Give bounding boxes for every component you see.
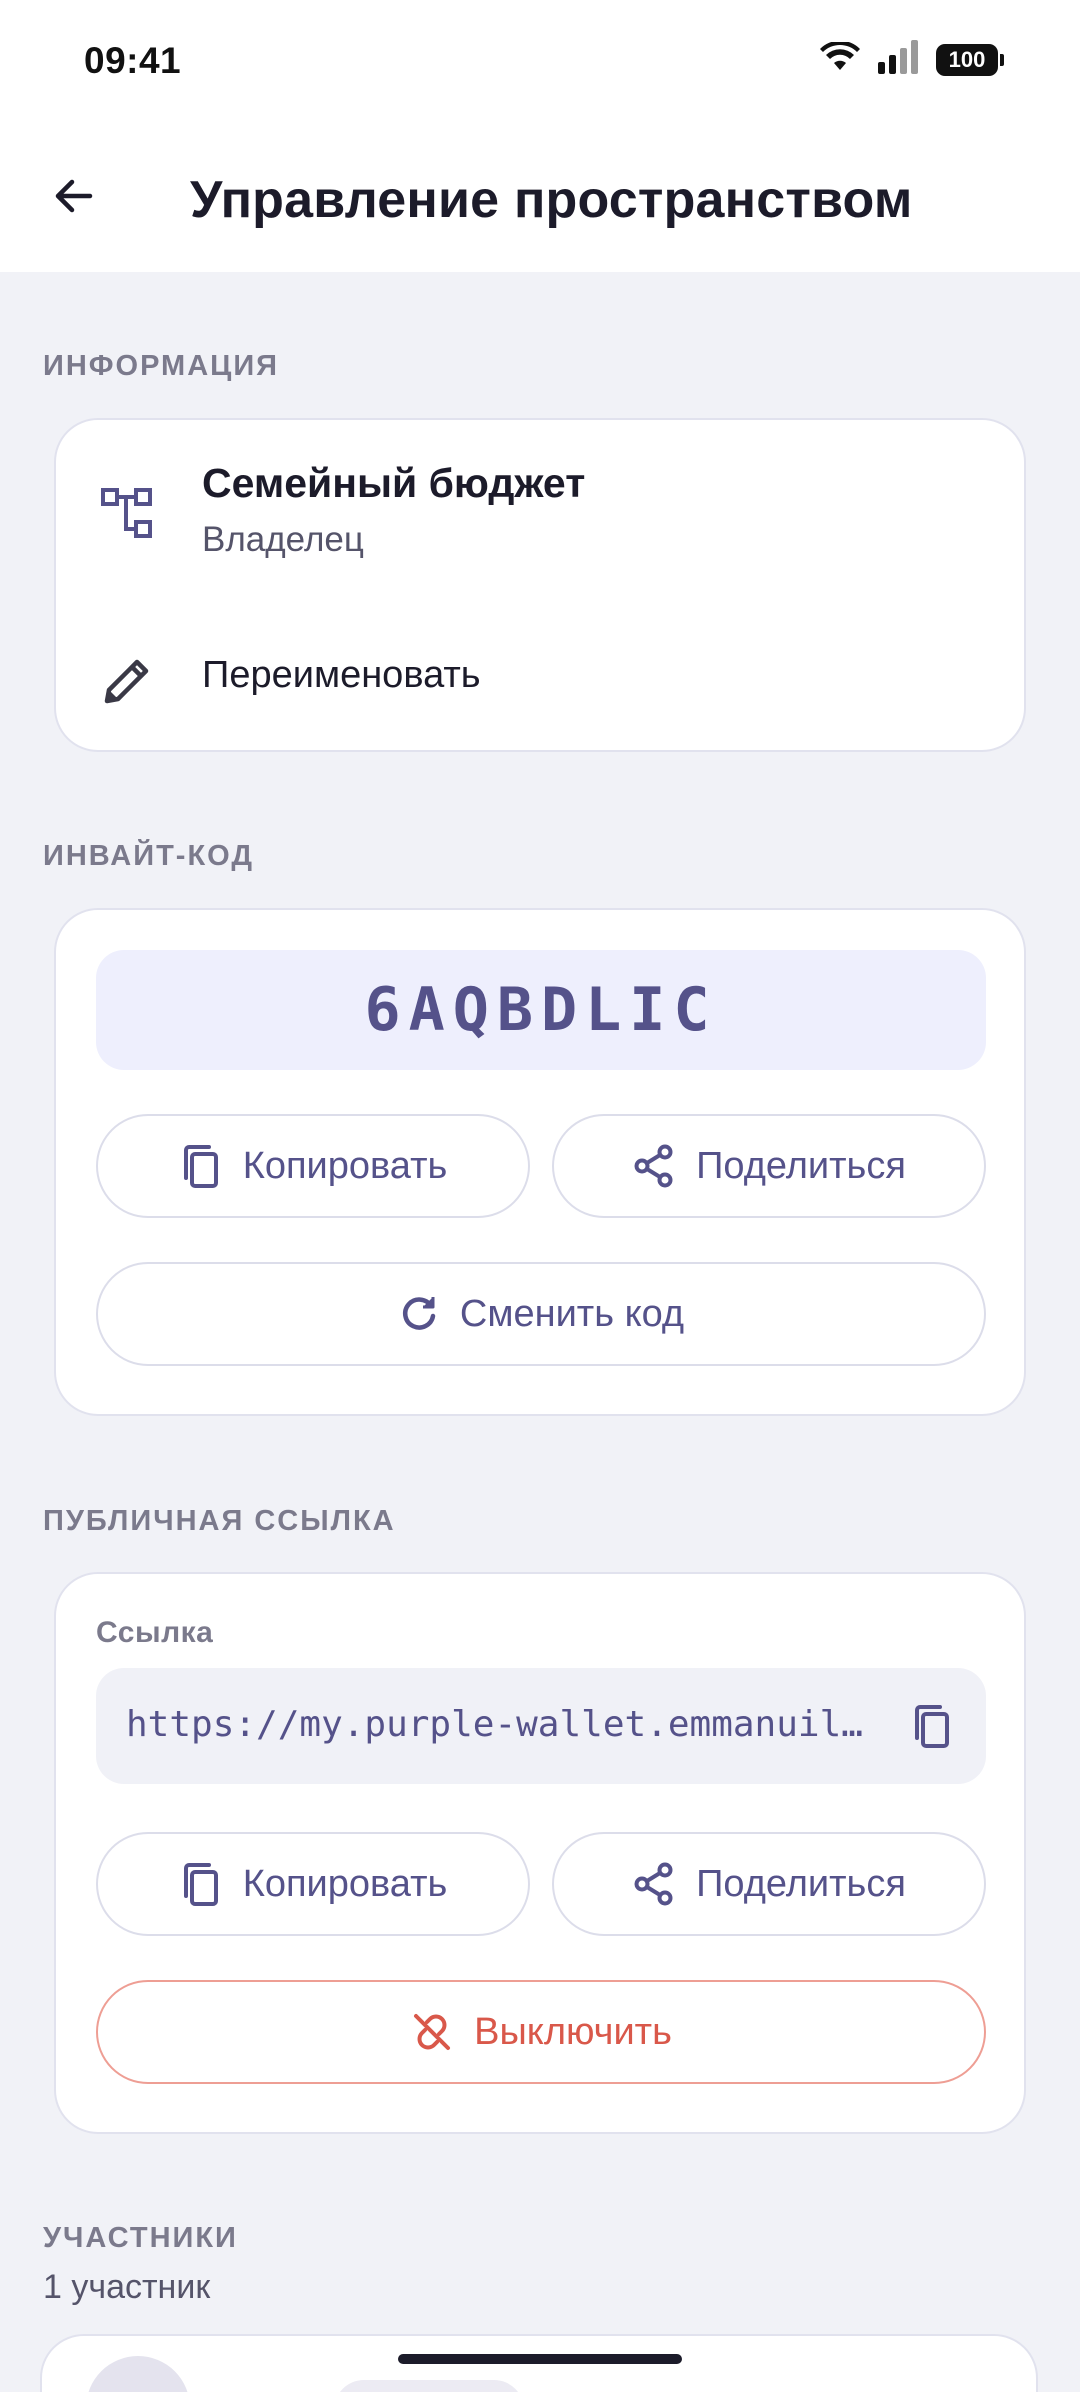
status-time: 09:41: [84, 40, 182, 81]
link-copy-label: Копировать: [242, 1862, 448, 1905]
regenerate-code-button[interactable]: Сменить код: [96, 1262, 986, 1366]
invite-share-button[interactable]: Поделиться: [552, 1114, 986, 1218]
home-indicator: [398, 2354, 682, 2364]
info-card: Семейный бюджет Владелец Переименовать: [54, 418, 1026, 752]
avatar: [86, 2356, 190, 2392]
member-badge: [334, 2380, 524, 2392]
regenerate-code-label: Сменить код: [459, 1292, 685, 1335]
page-title: Управление пространством: [190, 171, 913, 229]
pencil-icon: [96, 648, 160, 712]
signal-icon: [878, 40, 918, 79]
invite-code: 6AQBDLIC: [96, 950, 986, 1070]
space-name: Семейный бюджет: [202, 460, 586, 506]
public-link-url: https://my.purple-wallet.emmanuil…: [126, 1704, 863, 1745]
section-label-members: УЧАСТНИКИ: [43, 2222, 238, 2254]
link-field-label: Ссылка: [96, 1616, 214, 1649]
public-link-field[interactable]: https://my.purple-wallet.emmanuil…: [96, 1668, 986, 1784]
link-share-label: Поделиться: [696, 1862, 906, 1905]
hierarchy-icon: [96, 482, 160, 546]
arrow-left-icon: [55, 179, 93, 213]
refresh-icon: [402, 1297, 436, 1330]
rename-label: Переименовать: [202, 654, 481, 696]
disable-link-button[interactable]: Выключить: [96, 1980, 986, 2084]
battery-icon: 100: [936, 43, 1004, 76]
members-count: 1 участник: [43, 2268, 211, 2306]
space-role: Владелец: [202, 520, 364, 559]
wifi-icon: [820, 40, 860, 77]
disable-link-label: Выключить: [474, 2010, 672, 2053]
status-icons: 100: [820, 40, 1004, 79]
invite-copy-button[interactable]: Копировать: [96, 1114, 530, 1218]
share-icon: [634, 1144, 673, 1188]
share-icon: [634, 1862, 673, 1906]
copy-icon: [183, 1145, 218, 1188]
link-share-button[interactable]: Поделиться: [552, 1832, 986, 1936]
link-copy-button[interactable]: Копировать: [96, 1832, 530, 1936]
link-off-icon: [414, 2014, 451, 2050]
copy-icon: [183, 1863, 218, 1906]
copy-icon: [915, 1705, 949, 1748]
section-label-public-link: ПУБЛИЧНАЯ ССЫЛКА: [43, 1505, 396, 1537]
invite-card: 6AQBDLIC Копировать Поделиться Сменить к…: [54, 908, 1026, 1416]
back-button[interactable]: [38, 160, 110, 232]
link-field-copy-button[interactable]: [910, 1702, 954, 1755]
invite-share-label: Поделиться: [696, 1144, 906, 1187]
public-link-card: Ссылка https://my.purple-wallet.emmanuil…: [54, 1572, 1026, 2134]
section-label-invite: ИНВАЙТ-КОД: [43, 840, 254, 872]
rename-row[interactable]: Переименовать: [56, 610, 1024, 750]
top-app-bar: 09:41 100 Управление пространством: [0, 0, 1080, 272]
invite-copy-label: Копировать: [242, 1144, 448, 1187]
section-label-info: ИНФОРМАЦИЯ: [43, 350, 280, 382]
